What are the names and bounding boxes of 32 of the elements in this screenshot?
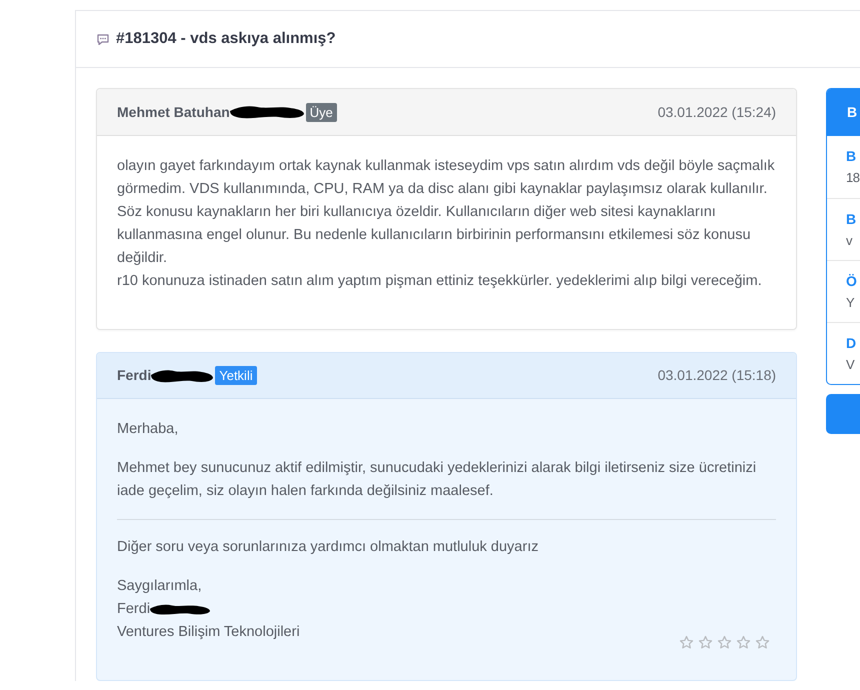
message-text: Mehmet bey sunucunuz aktif edilmiştir, sunucudaki yedeklerinizi alarak bilgi iletirseniz size ücretinizi iade geçelim, siz olayın halen farkında değilsiniz maalesef.: [117, 459, 758, 501]
info-value: v: [846, 232, 854, 250]
signature-line: Ferdi: [117, 600, 150, 619]
info-label: B: [846, 147, 858, 166]
panel-action-button[interactable]: [826, 394, 860, 434]
role-badge: Yetkili: [215, 366, 257, 385]
star-icon[interactable]: [698, 635, 714, 650]
info-value: Y: [846, 294, 856, 312]
info-value: V: [846, 356, 856, 374]
info-label: B: [846, 210, 858, 229]
signature-line: Saygılarımla,: [117, 577, 202, 596]
star-icon[interactable]: [736, 635, 752, 650]
panel-title: B: [847, 103, 858, 122]
author-name: Ferdi: [117, 366, 152, 385]
ticket-title: #181304 - vds askıya alınmış?: [116, 29, 336, 50]
rating-stars[interactable]: [679, 635, 770, 650]
info-label: D: [846, 334, 858, 353]
star-icon[interactable]: [755, 635, 770, 650]
message-text: r10 konunuza istinaden satın alım yaptım pişman ettiniz teşekkürler. yedeklerimi alıp bilgi vereceğim.: [117, 272, 763, 291]
message-date: 03.01.2022 (15:18): [658, 366, 776, 385]
author-name: Mehmet Batuhan: [117, 102, 230, 122]
info-label: Ö: [846, 272, 858, 291]
star-icon[interactable]: [717, 635, 732, 650]
message-text: Diğer soru veya sorunlarınıza yardımcı olmaktan mutluluk duyarız: [117, 538, 540, 557]
message-text: Merhaba,: [117, 420, 180, 439]
role-badge: Üye: [306, 102, 337, 122]
chat-bubble-icon: [97, 34, 109, 44]
signature-line: Ventures Bilişim Teknolojileri: [117, 623, 300, 642]
star-icon[interactable]: [679, 635, 694, 650]
message-date: 03.01.2022 (15:24): [658, 102, 776, 122]
info-value: 18: [846, 169, 860, 187]
message-text: olayın gayet farkındayım ortak kaynak kullanmak isteseydim vps satın alırdım vds değil böyle saçmalık görmedim. VDS kullanımında, CPU, RAM ya da disc alanı gibi kaynaklar paylaşımsız olarak kullanılır. Söz konusu kaynakların her biri kullanıcıya özeldir. Kullanıcıların diğer web sitesi kaynaklarını kullanmasına engel olunur. Bu nedenle kullanıcıların birbirinin performansını etkilemesi söz konusu değildir.: [117, 157, 776, 268]
